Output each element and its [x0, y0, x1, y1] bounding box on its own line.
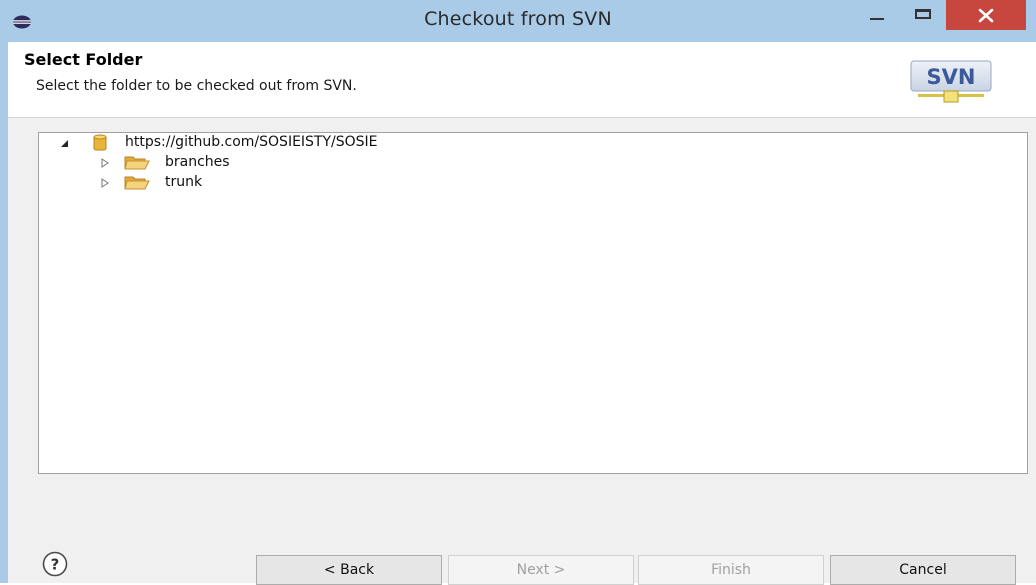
folder-tree[interactable]: https://github.com/SOSIEISTY/SOSIE branc…	[38, 132, 1028, 474]
dialog-content: Select Folder Select the folder to be ch…	[8, 42, 1036, 585]
tree-item-trunk[interactable]: trunk	[39, 173, 439, 193]
tree-item-label: trunk	[165, 174, 203, 190]
finish-button[interactable]: Finish	[638, 555, 824, 585]
dialog-window: Checkout from SVN Select Folder Select t…	[0, 0, 1036, 585]
minimize-button[interactable]	[858, 0, 898, 30]
tree-item-root[interactable]: https://github.com/SOSIEISTY/SOSIE	[39, 133, 439, 153]
expand-icon[interactable]	[99, 177, 111, 189]
close-icon	[978, 8, 994, 23]
title-bar[interactable]: Checkout from SVN	[0, 0, 1036, 42]
svg-text:?: ?	[51, 556, 60, 574]
wizard-header: Select Folder Select the folder to be ch…	[8, 42, 1036, 118]
next-button[interactable]: Next >	[448, 555, 634, 585]
folder-icon	[124, 156, 150, 170]
cancel-button[interactable]: Cancel	[830, 555, 1016, 585]
folder-icon	[124, 176, 150, 190]
close-button[interactable]	[946, 0, 1026, 30]
page-description: Select the folder to be checked out from…	[36, 78, 357, 94]
maximize-icon	[915, 9, 931, 19]
page-title: Select Folder	[24, 50, 143, 69]
collapse-icon[interactable]	[58, 137, 70, 149]
svn-logo-icon: SVN	[910, 60, 992, 103]
expand-icon[interactable]	[99, 157, 111, 169]
minimize-icon	[870, 18, 884, 20]
maximize-button[interactable]	[900, 0, 946, 30]
repository-icon	[93, 134, 107, 151]
tree-item-label: branches	[165, 154, 230, 170]
help-icon[interactable]: ?	[42, 551, 68, 577]
svn-logo-text: SVN	[927, 65, 976, 89]
back-button[interactable]: < Back	[256, 555, 442, 585]
tree-item-branches[interactable]: branches	[39, 153, 439, 173]
tree-item-label: https://github.com/SOSIEISTY/SOSIE	[125, 134, 378, 150]
